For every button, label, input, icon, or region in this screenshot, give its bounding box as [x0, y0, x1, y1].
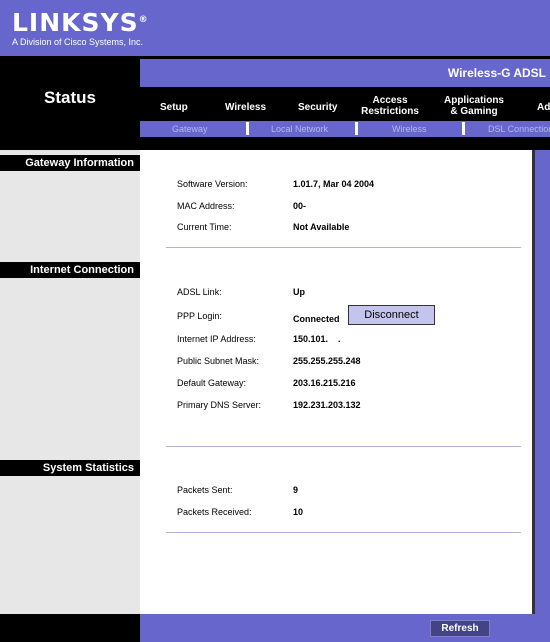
- tab-setup[interactable]: Setup: [160, 102, 188, 113]
- subtab-local-network[interactable]: Local Network: [271, 123, 328, 135]
- linksys-logo: LINKSYS®: [12, 8, 149, 37]
- subtabs-underbar: [140, 137, 550, 150]
- default-gateway-label: Default Gateway:: [177, 378, 247, 388]
- primary-dns-value: 192.231.203.132: [293, 400, 361, 410]
- refresh-button[interactable]: Refresh: [430, 620, 490, 637]
- subnet-mask-value: 255.255.255.248: [293, 356, 361, 366]
- software-version-value: 1.01.7, Mar 04 2004: [293, 179, 375, 189]
- mac-address-value: 00-: [293, 201, 307, 211]
- current-time-value: Not Available: [293, 222, 350, 232]
- subtab-wireless[interactable]: Wireless: [392, 123, 427, 135]
- primary-dns-label: Primary DNS Server:: [177, 400, 262, 410]
- tab-security[interactable]: Security: [298, 102, 337, 113]
- packets-received-label: Packets Received:: [177, 507, 252, 517]
- divider-line: [166, 247, 521, 248]
- mac-address-label: MAC Address:: [177, 201, 235, 211]
- page-title: Status: [44, 88, 96, 107]
- divider-line: [166, 532, 521, 533]
- software-version-label: Software Version:: [177, 179, 248, 189]
- tab-applications-gaming[interactable]: Applications & Gaming: [440, 95, 508, 117]
- internet-ip-label: Internet IP Address:: [177, 334, 256, 344]
- subtab-divider: [246, 122, 249, 135]
- divider-line: [166, 446, 521, 447]
- section-gateway-information: Gateway Information: [0, 155, 140, 171]
- packets-received-value: 10: [293, 507, 304, 517]
- ppp-login-label: PPP Login:: [177, 311, 222, 321]
- subtab-gateway[interactable]: Gateway: [172, 123, 208, 135]
- subnet-mask-label: Public Subnet Mask:: [177, 356, 260, 366]
- adsl-link-label: ADSL Link:: [177, 287, 222, 297]
- section-internet-connection: Internet Connection: [0, 262, 140, 278]
- packets-sent-value: 9: [293, 485, 299, 495]
- tab-administration[interactable]: Ad: [537, 102, 550, 113]
- tab-wireless[interactable]: Wireless: [225, 102, 266, 113]
- subtab-divider: [355, 122, 358, 135]
- left-panel: [0, 150, 140, 614]
- current-time-label: Current Time:: [177, 222, 232, 232]
- ppp-login-value: Connected: [293, 314, 340, 324]
- subtab-divider: [462, 122, 465, 135]
- default-gateway-value: 203.16.215.216: [293, 378, 356, 388]
- subtab-dsl-connection[interactable]: DSL Connection: [488, 123, 550, 135]
- disconnect-button[interactable]: Disconnect: [348, 305, 435, 325]
- packets-sent-label: Packets Sent:: [177, 485, 233, 495]
- product-name: Wireless-G ADSL: [447, 66, 546, 80]
- logo-tagline: A Division of Cisco Systems, Inc.: [12, 37, 144, 47]
- adsl-link-value: Up: [293, 287, 305, 297]
- left-footer-block: [0, 614, 140, 642]
- internet-ip-value: 150.101. .: [293, 334, 341, 344]
- tab-access-restrictions[interactable]: Access Restrictions: [360, 95, 420, 117]
- content-edge: [532, 150, 535, 614]
- section-system-statistics: System Statistics: [0, 460, 140, 476]
